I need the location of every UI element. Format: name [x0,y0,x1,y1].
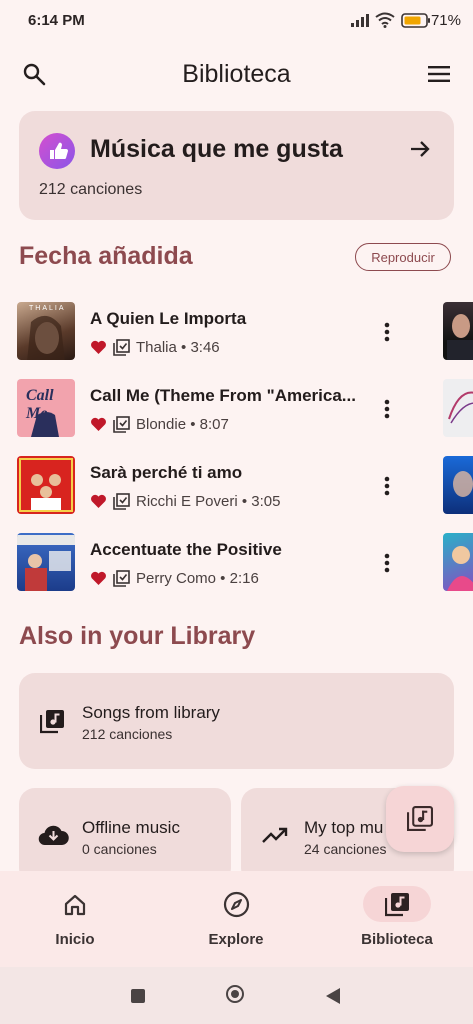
next-album-cover[interactable] [443,533,473,591]
song-meta: Ricchi E Poveri • 3:05 [90,493,280,510]
song-row[interactable]: Sarà perché ti amo Ricchi E Poveri • 3:0… [0,456,473,533]
song-row[interactable]: Call Me Call Me (Theme From "America... … [0,379,473,456]
thumbs-up-icon [39,133,75,169]
library-music-icon [40,710,64,734]
song-row[interactable]: Accentuate the Positive Perry Como • 2:1… [0,533,473,610]
home-button[interactable] [226,985,244,1003]
more-options-icon[interactable] [375,397,399,421]
status-bar: 6:14 PM 71% [0,0,473,42]
next-album-cover[interactable] [443,379,473,437]
library-fab[interactable] [386,786,454,852]
nav-item-explore[interactable]: Explore [176,871,296,967]
nav-label-explore: Explore [208,931,264,948]
recents-button[interactable] [131,989,145,1003]
section-title-date-added: Fecha añadida [19,242,193,270]
library-music-icon [407,806,433,831]
system-navigation-bar [0,967,473,1024]
more-options-icon[interactable] [375,474,399,498]
song-meta: Perry Como • 2:16 [90,570,259,587]
nav-label-home: Inicio [55,931,95,948]
more-options-icon[interactable] [375,320,399,344]
next-album-cover[interactable] [443,302,473,360]
library-music-icon [385,893,409,917]
arrow-right-icon[interactable] [408,137,432,161]
menu-icon[interactable] [427,65,451,83]
library-added-icon [113,570,130,587]
my-top-music-count: 24 canciones [304,841,387,857]
song-meta: Thalia • 3:46 [90,339,220,356]
song-title: Accentuate the Positive [90,540,282,559]
album-cover [17,456,75,514]
status-time: 6:14 PM [28,12,85,29]
song-artist-duration: Blondie • 8:07 [136,416,229,433]
wifi-icon [375,12,395,28]
liked-music-title: Música que me gusta [90,135,343,163]
offline-music-count: 0 canciones [82,841,157,857]
offline-music-title: Offline music [82,818,180,837]
song-title: Sarà perché ti amo [90,463,243,482]
library-added-icon [113,339,130,356]
heart-icon[interactable] [90,417,107,432]
song-row[interactable]: THALIA A Quien Le Importa Thalia • 3:46 [0,302,473,379]
nav-label-library: Biblioteca [361,931,433,948]
nav-item-library[interactable]: Biblioteca [337,871,457,967]
song-meta: Blondie • 8:07 [90,416,229,433]
back-button[interactable] [325,987,341,1005]
heart-icon[interactable] [90,340,107,355]
songs-from-library-card[interactable]: Songs from library 212 canciones [19,673,454,769]
play-button[interactable]: Reproducir [355,243,451,271]
battery-percent: 71% [430,12,461,29]
page-title: Biblioteca [182,60,291,88]
section-title-also-in-library: Also in your Library [19,622,256,650]
next-album-cover[interactable] [443,456,473,514]
top-app-bar: Biblioteca [0,48,473,102]
trending-up-icon [262,827,288,843]
song-artist-duration: Perry Como • 2:16 [136,570,259,587]
more-options-icon[interactable] [375,551,399,575]
heart-icon[interactable] [90,571,107,586]
song-artist-duration: Ricchi E Poveri • 3:05 [136,493,281,510]
album-cover [17,533,75,591]
home-icon [64,894,86,916]
liked-music-count: 212 canciones [39,181,143,198]
heart-icon[interactable] [90,494,107,509]
my-top-music-title: My top mu [304,818,384,837]
album-cover: Call Me [17,379,75,437]
bottom-navigation: Inicio Explore Biblioteca [0,871,473,967]
battery-icon [401,13,430,28]
songs-from-library-count: 212 canciones [82,726,173,742]
song-title: A Quien Le Importa [90,309,247,328]
signal-icon [351,14,369,27]
nav-item-home[interactable]: Inicio [15,871,135,967]
song-title: Call Me (Theme From "America... [90,386,356,405]
library-added-icon [113,493,130,510]
library-added-icon [113,416,130,433]
compass-icon [223,891,250,918]
album-cover: THALIA [17,302,75,360]
cloud-download-icon [38,825,69,846]
liked-music-card[interactable]: Música que me gusta 212 canciones [19,111,454,220]
cover-text: THALIA [29,305,66,312]
song-artist-duration: Thalia • 3:46 [136,339,220,356]
songs-from-library-title: Songs from library [82,703,220,722]
offline-music-card[interactable]: Offline music 0 canciones [19,788,231,884]
